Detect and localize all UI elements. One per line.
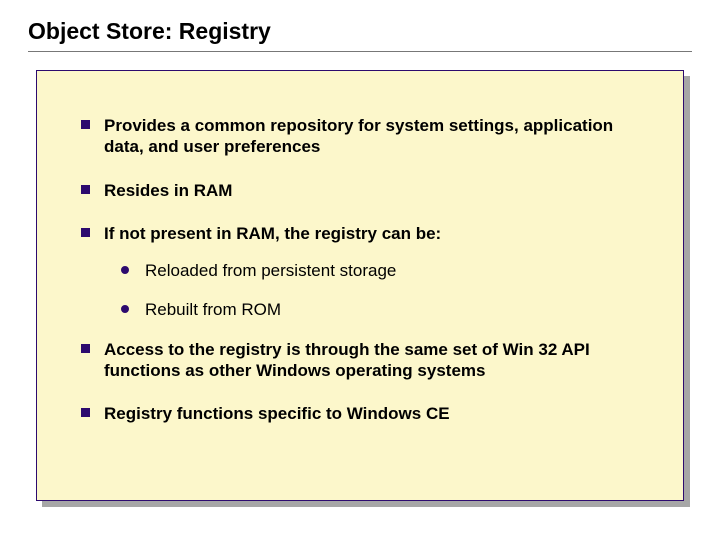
sub-bullet-text: Reloaded from persistent storage — [145, 260, 396, 281]
slide: Object Store: Registry Provides a common… — [0, 0, 720, 540]
sub-bullet-list: Reloaded from persistent storage Rebuilt… — [121, 260, 639, 321]
list-item: Access to the registry is through the sa… — [81, 339, 639, 382]
list-item: Registry functions specific to Windows C… — [81, 403, 639, 424]
square-bullet-icon — [81, 228, 90, 237]
content-box: Provides a common repository for system … — [36, 70, 684, 501]
title-divider — [28, 51, 692, 52]
list-item: Provides a common repository for system … — [81, 115, 639, 158]
sub-bullet-text: Rebuilt from ROM — [145, 299, 281, 320]
dot-bullet-icon — [121, 305, 129, 313]
sub-list-item: Rebuilt from ROM — [121, 299, 639, 320]
bullet-list: Provides a common repository for system … — [81, 115, 639, 424]
sub-list-item: Reloaded from persistent storage — [121, 260, 639, 281]
bullet-text: Provides a common repository for system … — [104, 115, 639, 158]
list-item: If not present in RAM, the registry can … — [81, 223, 639, 321]
list-item: Resides in RAM — [81, 180, 639, 201]
page-title: Object Store: Registry — [28, 18, 692, 45]
bullet-text: Access to the registry is through the sa… — [104, 339, 639, 382]
square-bullet-icon — [81, 408, 90, 417]
dot-bullet-icon — [121, 266, 129, 274]
square-bullet-icon — [81, 344, 90, 353]
square-bullet-icon — [81, 120, 90, 129]
bullet-text: If not present in RAM, the registry can … — [104, 223, 441, 244]
bullet-text: Resides in RAM — [104, 180, 232, 201]
square-bullet-icon — [81, 185, 90, 194]
content-wrapper: Provides a common repository for system … — [36, 70, 684, 501]
bullet-text: Registry functions specific to Windows C… — [104, 403, 450, 424]
